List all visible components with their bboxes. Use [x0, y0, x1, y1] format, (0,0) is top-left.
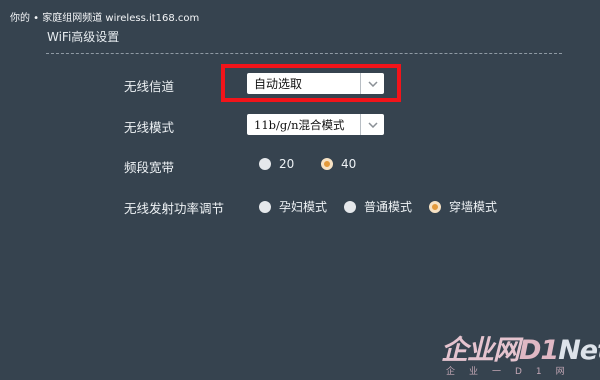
- section-divider: [46, 53, 562, 54]
- power-option-label: 普通模式: [364, 200, 413, 214]
- bandwidth-option-label: 40: [341, 157, 357, 171]
- power-label: 无线发射功率调节: [124, 201, 225, 216]
- mode-select[interactable]: 11b/g/n混合模式: [247, 114, 384, 135]
- power-option-wall[interactable]: 穿墙模式: [429, 198, 497, 215]
- logo-cn: 企业网: [441, 335, 520, 366]
- chevron-down-icon[interactable]: [360, 114, 384, 135]
- radio-button[interactable]: [344, 200, 356, 213]
- watermark-logo: 企业网D1Net: [441, 328, 600, 367]
- logo-d1: D1: [519, 335, 559, 366]
- highlight-box: [221, 64, 401, 102]
- mode-select-value: 11b/g/n混合模式: [254, 117, 345, 132]
- watermark-logo-sub: 企业一D1网: [446, 367, 579, 377]
- watermark-top: 你的 • 家庭组网频道 wireless.it168.com: [10, 13, 200, 24]
- channel-label: 无线信道: [124, 79, 175, 94]
- logo-net: Net: [558, 335, 600, 366]
- bandwidth-label: 频段宽带: [124, 160, 175, 175]
- mode-label: 无线模式: [124, 120, 175, 135]
- bandwidth-option-label: 20: [279, 157, 295, 171]
- bandwidth-option-40[interactable]: 40: [321, 157, 356, 171]
- power-option-normal[interactable]: 普通模式: [344, 198, 412, 215]
- power-option-label: 孕妇模式: [279, 200, 328, 214]
- power-option-label: 穿墙模式: [449, 200, 498, 214]
- power-option-pregnant[interactable]: 孕妇模式: [259, 198, 327, 215]
- radio-button[interactable]: [259, 200, 271, 213]
- radio-button-checked[interactable]: [321, 158, 333, 170]
- section-title: WiFi高级设置: [47, 30, 120, 44]
- bandwidth-option-20[interactable]: 20: [259, 157, 294, 171]
- radio-button[interactable]: [259, 158, 271, 170]
- radio-button-checked[interactable]: [429, 200, 441, 213]
